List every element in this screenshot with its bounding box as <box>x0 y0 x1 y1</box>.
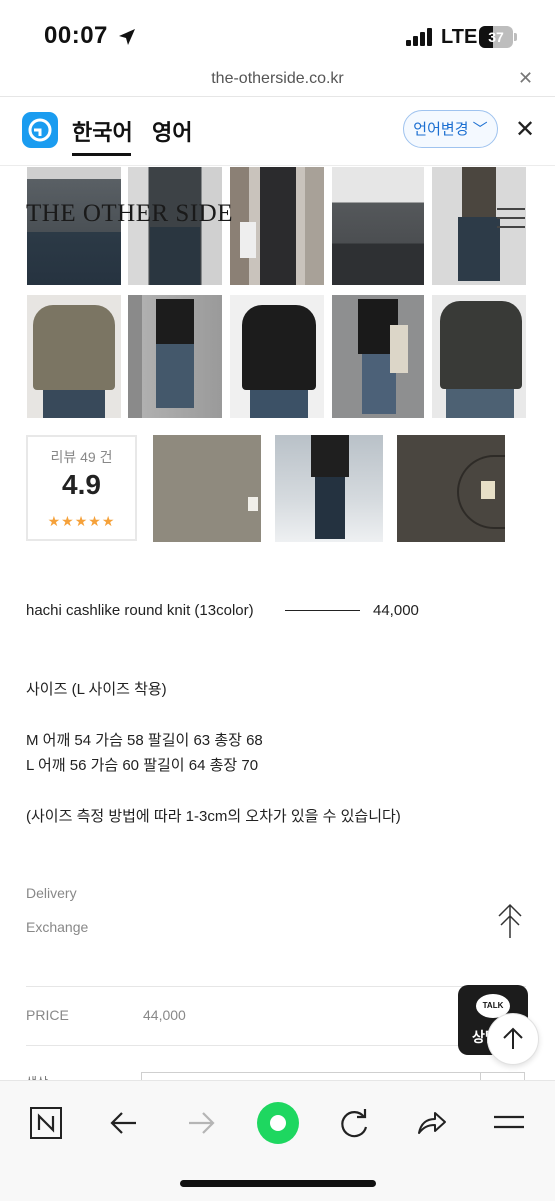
product-photo[interactable] <box>128 295 222 418</box>
exchange-link[interactable]: Exchange <box>26 919 88 935</box>
review-photo[interactable] <box>153 435 261 542</box>
status-bar: 00:07 LTE 37 <box>0 0 555 70</box>
tab-source-language[interactable]: 한국어 <box>72 115 133 147</box>
home-indicator <box>180 1180 376 1187</box>
review-photo[interactable] <box>275 435 383 542</box>
url-text[interactable]: the-otherside.co.kr <box>0 70 555 88</box>
green-dot-icon[interactable] <box>256 1101 300 1145</box>
divider <box>26 1045 526 1046</box>
price-label: PRICE <box>26 1007 69 1023</box>
review-photo[interactable] <box>397 435 505 542</box>
product-photo[interactable] <box>230 295 324 418</box>
menu-lines-icon[interactable] <box>487 1101 531 1145</box>
battery-icon: 37 <box>479 26 519 48</box>
product-photo[interactable] <box>27 295 121 418</box>
signal-icon <box>406 28 432 46</box>
battery-level: 37 <box>488 29 504 45</box>
divider-dash <box>285 610 360 611</box>
rating-stars: ★★★★★ <box>47 513 116 529</box>
back-arrow-icon[interactable] <box>102 1101 146 1145</box>
price-value: 44,000 <box>143 1007 186 1023</box>
delivery-link[interactable]: Delivery <box>26 885 77 901</box>
arrow-up-icon <box>503 1027 523 1049</box>
share-icon[interactable] <box>409 1101 453 1145</box>
product-name: hachi cashlike round knit (13color) <box>26 602 254 619</box>
forward-arrow-icon[interactable] <box>179 1101 223 1145</box>
product-photo[interactable] <box>332 167 424 285</box>
product-photo[interactable] <box>332 295 424 418</box>
product-price: 44,000 <box>373 602 419 619</box>
url-bar[interactable]: the-otherside.co.kr ✕ <box>0 64 555 97</box>
product-photo[interactable] <box>230 167 324 285</box>
product-photo[interactable] <box>432 295 526 418</box>
menu-icon[interactable] <box>497 208 525 230</box>
location-arrow-icon <box>119 29 135 45</box>
status-time: 00:07 <box>44 22 108 49</box>
active-tab-indicator <box>72 153 131 156</box>
size-l: L 어깨 56 가슴 60 팔길이 64 총장 70 <box>26 757 259 774</box>
close-translate-icon[interactable]: ✕ <box>515 115 535 144</box>
review-score: 4.9 <box>62 469 101 500</box>
papago-icon <box>22 112 58 148</box>
scroll-top-button[interactable] <box>487 1013 539 1065</box>
close-icon[interactable]: ✕ <box>518 68 533 89</box>
review-summary[interactable]: 리뷰 49 건 4.9 ★★★★★ <box>26 435 137 541</box>
brand-logo[interactable]: THE OTHER SIDE <box>26 200 233 228</box>
review-count: 리뷰 49 건 <box>50 449 113 465</box>
measure-note: (사이즈 측정 방법에 따라 1-3cm의 오차가 있을 수 있습니다) <box>26 808 401 825</box>
scroll-up-arrow-icon[interactable] <box>497 903 523 939</box>
network-label: LTE <box>441 26 478 48</box>
size-note: 사이즈 (L 사이즈 착용) <box>26 681 167 698</box>
chevron-down-icon: ﹀ <box>472 121 488 138</box>
translate-bar: 한국어 영어 언어변경 ﹀ ✕ <box>0 97 555 166</box>
tab-target-language[interactable]: 영어 <box>152 115 192 147</box>
change-language-button[interactable]: 언어변경 ﹀ <box>403 110 498 148</box>
divider <box>26 986 526 987</box>
refresh-icon[interactable] <box>332 1101 376 1145</box>
naver-n-icon[interactable] <box>24 1101 68 1145</box>
size-m: M 어깨 54 가슴 58 팔길이 63 총장 68 <box>26 732 263 749</box>
change-language-label: 언어변경 <box>413 121 469 138</box>
